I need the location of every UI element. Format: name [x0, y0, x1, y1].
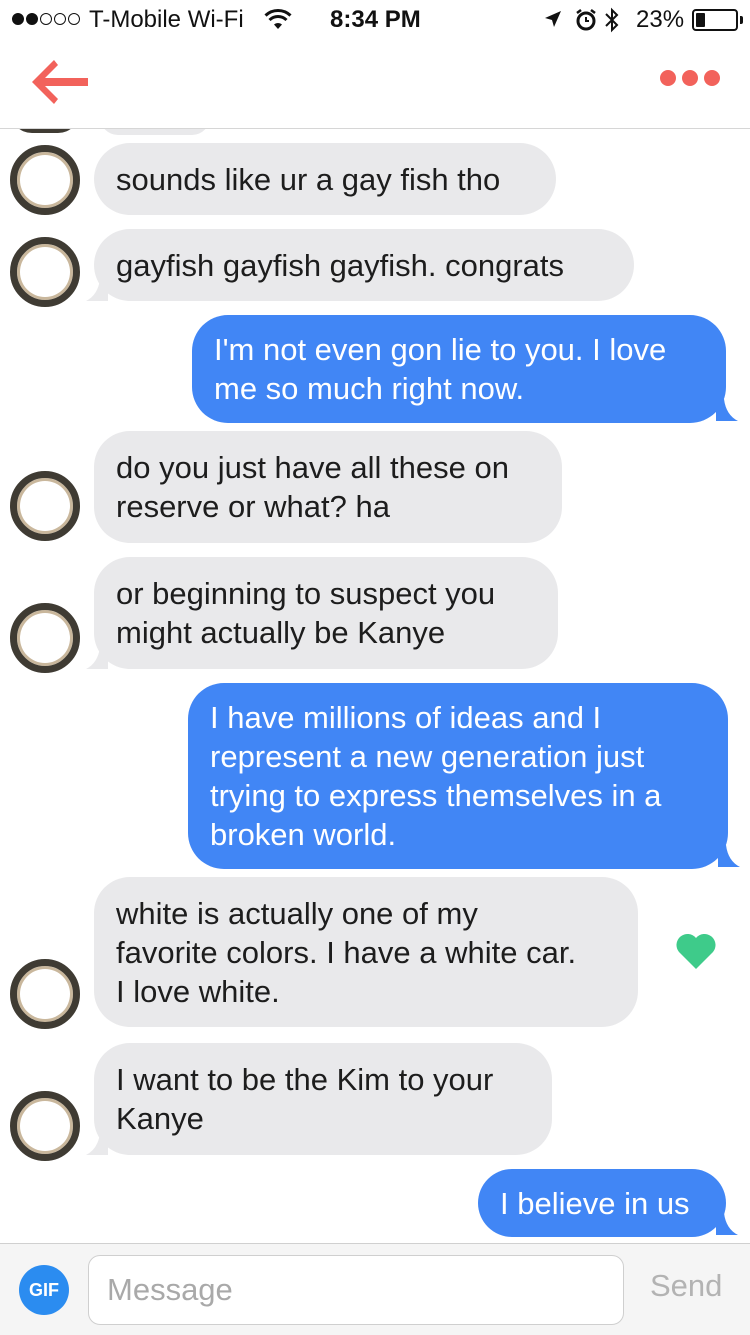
bubble-tail	[716, 399, 738, 421]
bubble-tail	[86, 279, 108, 301]
gif-button[interactable]: GIF	[19, 1265, 69, 1315]
bubble-tail	[716, 1213, 738, 1235]
message-list: sounds like ur a gay fish tho gayfish ga…	[0, 129, 750, 1243]
message-text: sounds like ur a gay fish tho	[116, 161, 501, 197]
avatar[interactable]	[10, 145, 80, 215]
avatar[interactable]	[10, 959, 80, 1029]
previous-message-bubble	[100, 129, 210, 135]
message-text: gayfish gayfish gayfish. congrats	[116, 247, 565, 283]
incoming-message-bubble[interactable]: or beginning to suspect you might actual…	[94, 557, 558, 669]
alarm-icon	[576, 9, 596, 31]
message-text: white is actually one of my favorite col…	[116, 895, 577, 1009]
message-input[interactable]	[88, 1255, 624, 1325]
message-text: I believe in us	[500, 1185, 690, 1221]
nav-bar	[0, 40, 750, 129]
send-button[interactable]: Send	[650, 1268, 722, 1304]
gif-label: GIF	[29, 1279, 59, 1300]
outgoing-message-bubble[interactable]: I believe in us	[478, 1169, 726, 1237]
avatar[interactable]	[10, 603, 80, 673]
avatar	[10, 129, 80, 133]
wifi-icon	[264, 8, 292, 29]
bubble-tail	[86, 647, 108, 669]
back-arrow-icon[interactable]	[28, 56, 92, 108]
message-text: I want to be the Kim to your Kanye	[116, 1062, 494, 1136]
bubble-tail	[718, 845, 740, 867]
message-text: I have millions of ideas and I represent…	[210, 700, 662, 852]
carrier-name: T-Mobile Wi-Fi	[89, 6, 244, 33]
incoming-message-bubble[interactable]: gayfish gayfish gayfish. congrats	[94, 229, 634, 301]
message-text: do you just have all these on reserve or…	[116, 450, 509, 524]
bubble-tail	[86, 1133, 108, 1155]
status-bar: T-Mobile Wi-Fi 8:34 PM 23%	[0, 0, 750, 40]
incoming-message-bubble[interactable]: do you just have all these on reserve or…	[94, 431, 562, 543]
incoming-message-bubble[interactable]: sounds like ur a gay fish tho	[94, 143, 556, 215]
battery-icon	[692, 9, 738, 31]
location-icon	[545, 11, 561, 27]
avatar[interactable]	[10, 237, 80, 307]
compose-bar: GIF Send	[0, 1243, 750, 1335]
heart-icon[interactable]	[675, 932, 717, 970]
outgoing-message-bubble[interactable]: I have millions of ideas and I represent…	[188, 683, 728, 869]
incoming-message-bubble[interactable]: I want to be the Kim to your Kanye	[94, 1043, 552, 1155]
avatar[interactable]	[10, 471, 80, 541]
bluetooth-icon	[605, 7, 619, 33]
signal-strength-icon	[12, 13, 80, 25]
avatar[interactable]	[10, 1091, 80, 1161]
clock: 8:34 PM	[330, 6, 421, 33]
message-text: I'm not even gon lie to you. I love me s…	[214, 332, 667, 406]
more-dots-icon[interactable]	[660, 70, 722, 92]
battery-percent: 23%	[636, 6, 685, 33]
outgoing-message-bubble[interactable]: I'm not even gon lie to you. I love me s…	[192, 315, 726, 423]
message-text: or beginning to suspect you might actual…	[116, 576, 496, 650]
incoming-message-bubble[interactable]: white is actually one of my favorite col…	[94, 877, 638, 1027]
